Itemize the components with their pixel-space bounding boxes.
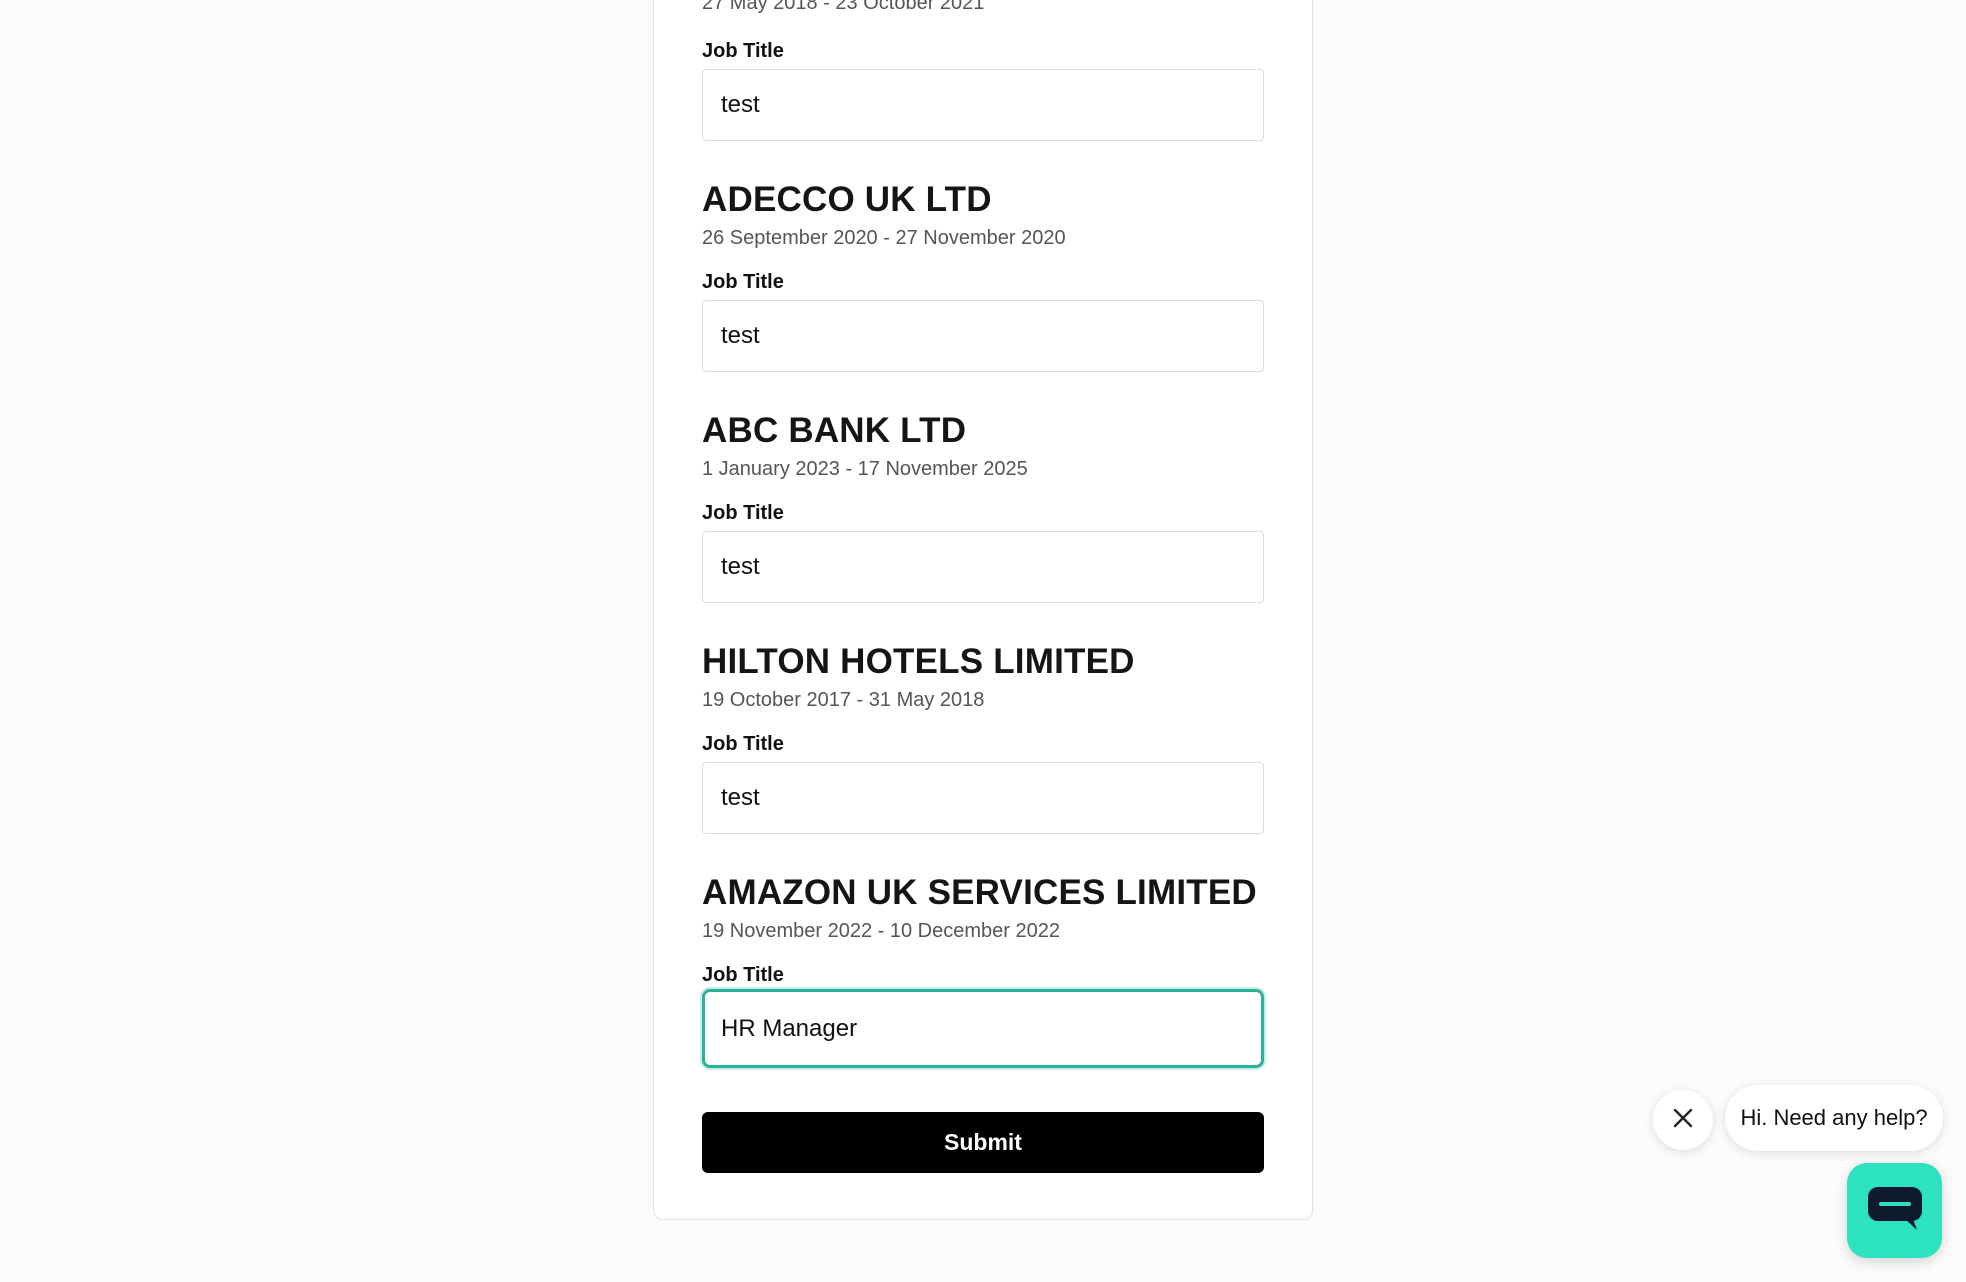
chat-greeting-text: Hi. Need any help? (1740, 1105, 1928, 1130)
chat-close-button[interactable] (1653, 1090, 1713, 1150)
company-name: ADECCO UK LTD (702, 180, 992, 219)
company-name: ABC BANK LTD (702, 411, 967, 450)
chat-greeting-bubble[interactable]: Hi. Need any help? (1725, 1085, 1943, 1151)
job-title-input[interactable] (702, 762, 1264, 834)
employment-dates: 19 November 2022 - 10 December 2022 (702, 920, 1060, 942)
company-name: HILTON HOTELS LIMITED (702, 642, 1135, 681)
job-title-input[interactable] (702, 531, 1264, 603)
submit-button[interactable]: Submit (702, 1112, 1264, 1173)
job-title-label: Job Title (702, 733, 784, 755)
job-title-label: Job Title (702, 502, 784, 524)
job-title-input[interactable] (702, 69, 1264, 141)
job-title-label: Job Title (702, 40, 784, 62)
chat-bubble-icon (1865, 1183, 1925, 1238)
job-title-input[interactable] (702, 300, 1264, 372)
job-title-label: Job Title (702, 964, 784, 986)
job-title-label: Job Title (702, 271, 784, 293)
employment-dates: 26 September 2020 - 27 November 2020 (702, 227, 1066, 249)
employment-dates: 19 October 2017 - 31 May 2018 (702, 689, 985, 711)
chat-launcher-button[interactable] (1847, 1163, 1942, 1258)
employment-dates: 1 January 2023 - 17 November 2025 (702, 458, 1028, 480)
job-title-input-focused[interactable] (702, 989, 1264, 1068)
company-name: AMAZON UK SERVICES LIMITED (702, 873, 1257, 912)
close-icon (1672, 1107, 1694, 1134)
employment-dates: 27 May 2018 - 23 October 2021 (702, 0, 985, 14)
